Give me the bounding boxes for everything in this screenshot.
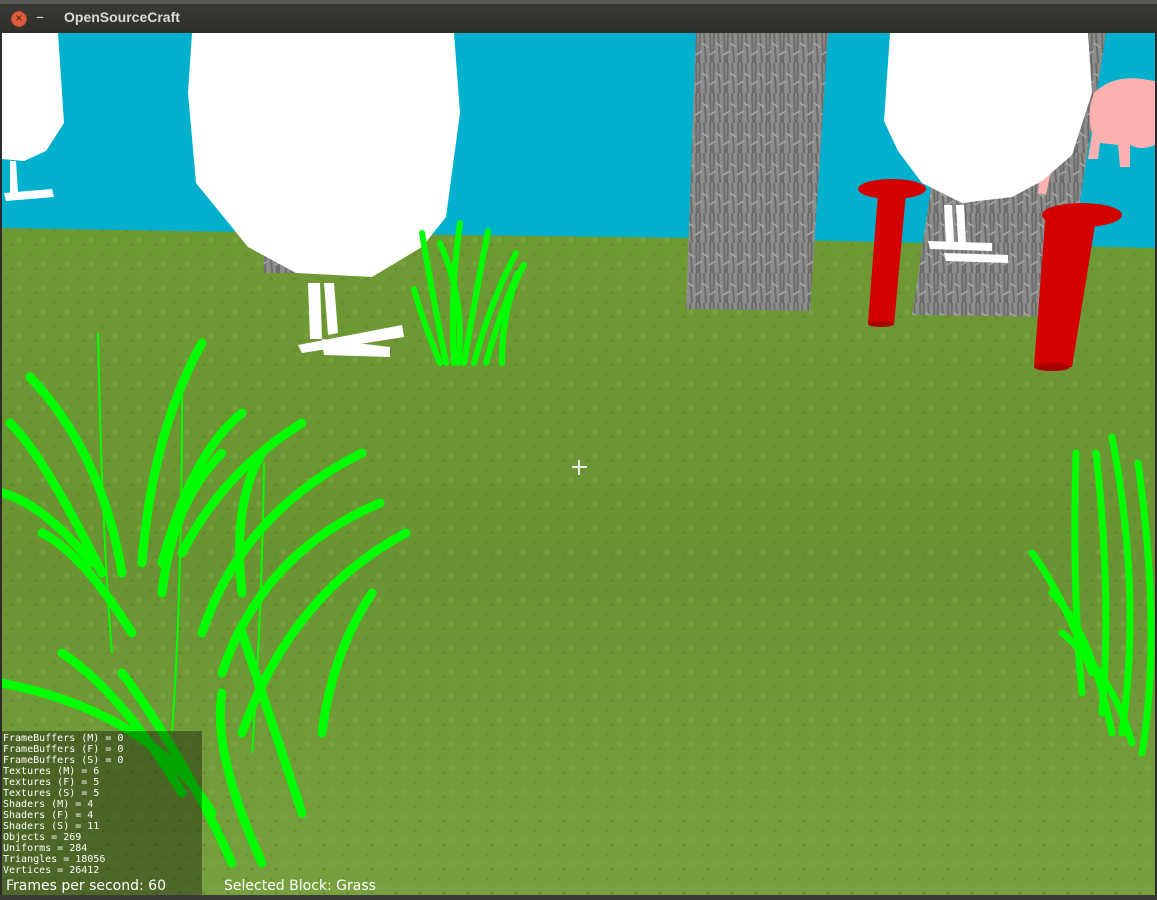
tree-trunk-center — [686, 33, 828, 311]
debug-stats-panel: FrameBuffers (M) = 0 FrameBuffers (F) = … — [2, 731, 202, 895]
close-icon[interactable]: × — [11, 11, 27, 27]
stat-framebuffers-s: FrameBuffers (S) = 0 — [3, 755, 124, 766]
fps-counter: Frames per second: 60 — [6, 878, 166, 894]
stat-shaders-f: Shaders (F) = 4 — [3, 810, 94, 821]
stat-textures-f: Textures (F) = 5 — [3, 777, 100, 788]
stat-shaders-m: Shaders (M) = 4 — [3, 799, 94, 810]
stat-objects: Objects = 269 — [3, 832, 82, 843]
debug-stats-list: FrameBuffers (M) = 0 FrameBuffers (F) = … — [2, 733, 123, 876]
stat-framebuffers-m: FrameBuffers (M) = 0 — [3, 733, 124, 744]
crosshair-icon — [572, 460, 587, 475]
stat-vertices: Vertices = 26412 — [3, 865, 100, 876]
crosshair-vertical — [578, 460, 580, 475]
launcher-strip — [0, 0, 1157, 4]
window-bottom-border — [0, 895, 1157, 900]
stat-textures-m: Textures (M) = 6 — [3, 766, 100, 777]
stat-textures-s: Textures (S) = 5 — [3, 788, 100, 799]
window-title: OpenSourceCraft — [64, 9, 180, 25]
stat-framebuffers-f: FrameBuffers (F) = 0 — [3, 744, 124, 755]
window-titlebar[interactable]: × – OpenSourceCraft — [0, 0, 1157, 33]
stat-uniforms: Uniforms = 284 — [3, 843, 88, 854]
game-viewport[interactable]: FrameBuffers (M) = 0 FrameBuffers (F) = … — [2, 33, 1155, 895]
selected-block-label: Selected Block: Grass — [224, 878, 376, 894]
stat-shaders-s: Shaders (S) = 11 — [3, 821, 100, 832]
minimize-icon[interactable]: – — [36, 7, 44, 26]
stat-triangles: Triangles = 18056 — [3, 854, 106, 865]
